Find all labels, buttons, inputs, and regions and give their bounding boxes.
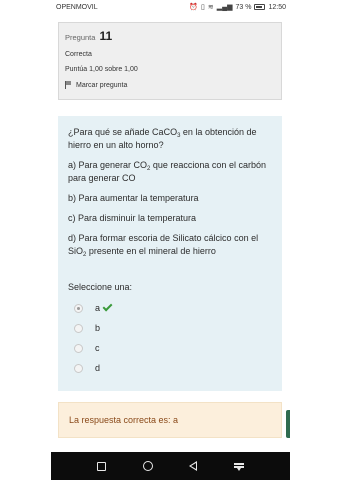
answer-label-c: c [95,343,100,353]
status-icons: ⏰ ▯ ≋ ▂▄▆ 73 % 12:50 [189,3,286,12]
home-icon[interactable] [142,461,153,471]
question-info-box: Pregunta 11 Correcta Puntúa 1,00 sobre 1… [58,22,282,100]
answer-option-a[interactable]: a [68,298,272,318]
clock: 12:50 [268,3,286,11]
vibrate-icon: ▯ [201,4,205,11]
feedback-text: La respuesta correcta es: a [69,415,179,425]
answer-option-c[interactable]: c [68,338,272,358]
question-title: Pregunta 11 [65,29,275,43]
flag-question-button[interactable]: Marcar pregunta [65,81,275,89]
option-b-text: b) Para aumentar la temperatura [68,193,199,203]
flag-icon [65,81,72,89]
question-score: Puntúa 1,00 sobre 1,00 [65,66,138,73]
signal-icon: ▂▄▆ [216,4,233,11]
select-one-label: Seleccione una: [68,282,133,292]
question-status: Correcta [65,51,92,58]
option-d-text: d) Para formar escoria de Silicato cálci… [68,233,259,258]
feedback-box: La respuesta correcta es: a [58,402,282,438]
status-bar: OPENMOVIL ⏰ ▯ ≋ ▂▄▆ 73 % 12:50 [51,0,290,14]
question-number: 11 [99,29,113,43]
answer-option-b[interactable]: b [68,318,272,338]
radio-d[interactable] [74,363,83,373]
radio-b[interactable] [74,323,83,333]
question-content: ¿Para qué se añade CaCO3 en la obtención… [58,116,282,391]
question-text: ¿Para qué se añade CaCO3 en la obtención… [68,127,257,150]
recents-icon[interactable] [97,461,107,471]
option-a-text: a) Para generar CO2 que reacciona con el… [68,160,266,183]
radio-a[interactable] [74,303,83,313]
check-icon [102,301,113,312]
alarm-icon: ⏰ [189,4,199,11]
option-c-text: c) Para disminuir la temperatura [68,213,197,223]
answer-label-d: d [95,363,101,373]
battery-icon [254,4,266,10]
carrier-name: OPENMOVIL [56,3,98,11]
android-nav-bar [51,452,290,480]
wifi-icon: ≋ [207,4,214,11]
question-label: Pregunta [65,33,96,42]
answer-label-b: b [95,323,101,333]
answer-option-d[interactable]: d [68,358,272,378]
answer-list: a b c d [68,298,272,378]
answer-label-a: a [95,303,101,313]
side-drawer-tab[interactable] [286,410,290,438]
flag-question-label: Marcar pregunta [76,81,128,89]
battery-percent: 73 % [235,3,252,11]
notification-pull-icon[interactable] [233,461,244,471]
back-icon[interactable] [189,461,198,471]
phone-screen: OPENMOVIL ⏰ ▯ ≋ ▂▄▆ 73 % 12:50 Pregunta … [51,0,290,480]
radio-c[interactable] [74,343,83,353]
